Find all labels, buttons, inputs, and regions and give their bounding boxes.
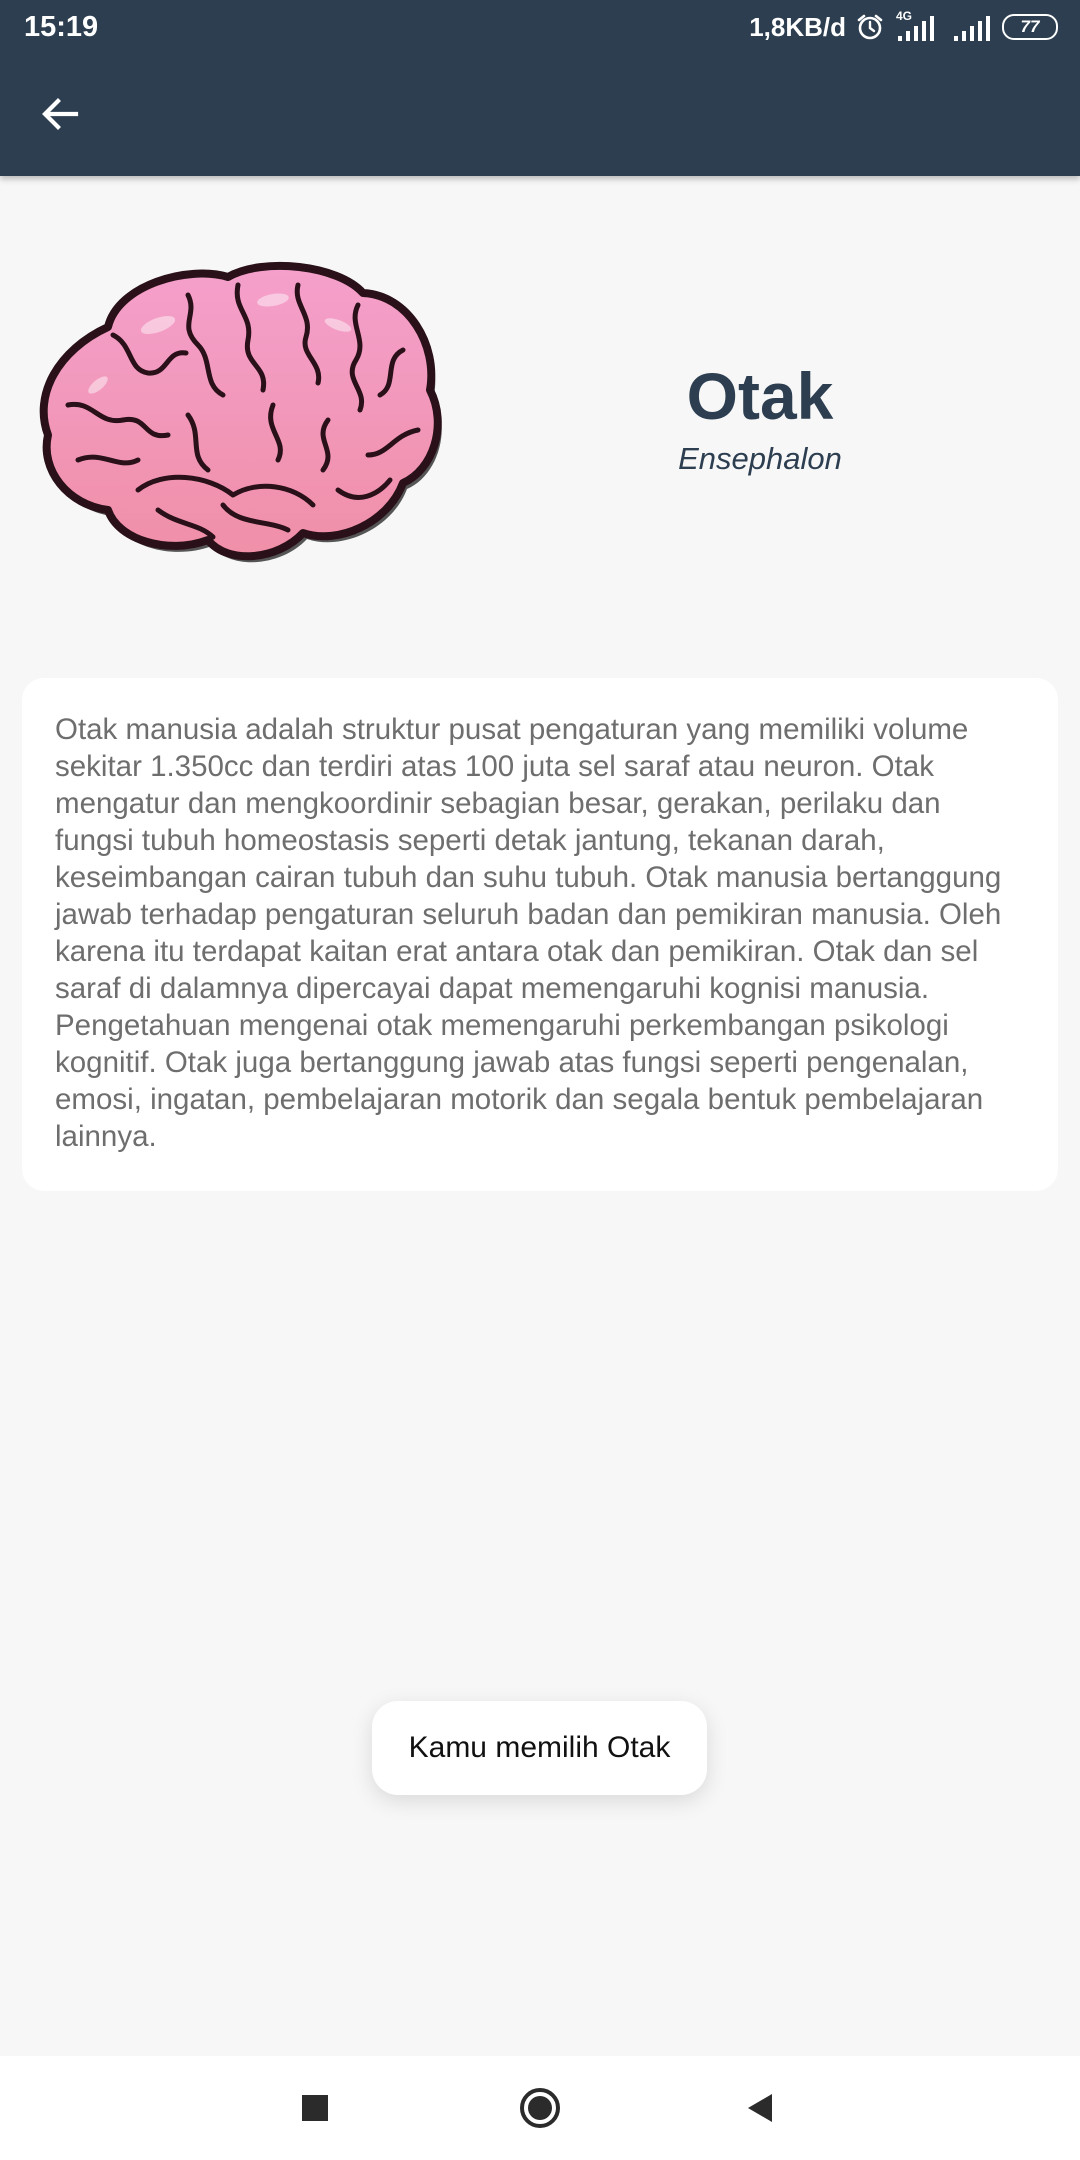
organ-latin-name: Ensephalon xyxy=(678,441,842,476)
title-block: Otak Ensephalon xyxy=(560,355,960,479)
brain-illustration xyxy=(39,261,442,563)
signal-4g-icon: 4G xyxy=(894,10,942,42)
alarm-icon xyxy=(857,14,883,40)
toast-message: Kamu memilih Otak xyxy=(372,1701,707,1795)
arrow-left-icon xyxy=(42,98,79,130)
app-bar: 15:19 1,8KB/d 4G 77 xyxy=(0,0,1080,176)
organ-description: Otak manusia adalah struktur pusat penga… xyxy=(55,713,1002,1153)
battery-level: 77 xyxy=(1020,17,1040,36)
recents-square-icon xyxy=(302,2095,328,2121)
home-button[interactable] xyxy=(510,2078,570,2138)
back-triangle-icon xyxy=(748,2094,772,2122)
status-icons: 1,8KB/d 4G 77 xyxy=(749,10,1058,44)
recents-button[interactable] xyxy=(285,2078,345,2138)
battery-icon: 77 xyxy=(1002,14,1058,40)
screen: 15:19 1,8KB/d 4G 77 Otak Ensephalon Otak… xyxy=(0,0,1080,2160)
description-card: Otak manusia adalah struktur pusat penga… xyxy=(22,678,1058,1191)
network-speed: 1,8KB/d xyxy=(749,12,846,42)
status-time: 15:19 xyxy=(24,11,99,43)
signal-icon xyxy=(954,16,990,41)
brain-image xyxy=(38,255,448,575)
back-button[interactable] xyxy=(30,84,90,144)
system-nav-bar xyxy=(0,2056,1080,2160)
toast-text: Kamu memilih Otak xyxy=(408,1731,671,1764)
nav-back-button[interactable] xyxy=(730,2078,790,2138)
home-circle-icon xyxy=(520,2088,560,2128)
organ-title: Otak xyxy=(686,359,834,433)
